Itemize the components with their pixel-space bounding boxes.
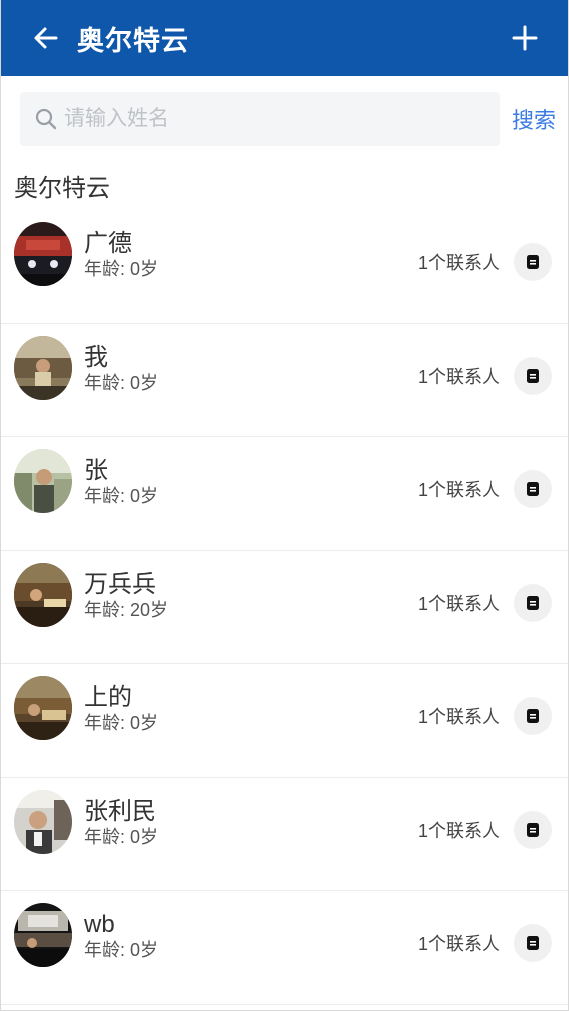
contact-count: 1个联系人 — [417, 593, 500, 614]
card-icon[interactable] — [514, 243, 552, 281]
member-name: 张 — [84, 457, 108, 484]
member-name: 万兵兵 — [84, 570, 156, 598]
member-list: 广德 年龄: 0岁 1个联系人 我 年龄: 0岁 1个联系人 张 年龄: 0岁 … — [1, 210, 568, 1005]
card-icon[interactable] — [514, 924, 552, 962]
member-row[interactable]: 张 年龄: 0岁 1个联系人 — [1, 437, 568, 551]
avatar — [14, 449, 72, 513]
member-age: 年龄: 20岁 — [84, 599, 169, 620]
member-row[interactable]: 上的 年龄: 0岁 1个联系人 — [1, 664, 568, 778]
member-name: 张利民 — [84, 797, 156, 825]
app-root: 奥尔特云 搜索 奥尔特云 — [0, 0, 569, 1011]
member-row[interactable]: 广德 年龄: 0岁 1个联系人 — [1, 210, 568, 324]
top-bar: 奥尔特云 — [1, 0, 568, 76]
contact-count: 1个联系人 — [417, 366, 500, 387]
member-name: 上的 — [84, 684, 132, 711]
member-name: 我 — [84, 343, 108, 371]
avatar — [14, 789, 72, 854]
contact-count: 1个联系人 — [417, 253, 500, 273]
avatar — [14, 676, 72, 740]
member-age: 年龄: 0岁 — [84, 713, 159, 733]
avatar — [14, 562, 72, 627]
member-row[interactable]: 万兵兵 年龄: 20岁 1个联系人 — [1, 551, 568, 664]
member-age: 年龄: 0岁 — [84, 826, 159, 847]
group-title: 奥尔特云 — [14, 175, 110, 202]
member-name: wb — [84, 911, 115, 938]
member-row[interactable]: wb 年龄: 0岁 1个联系人 — [1, 891, 568, 1005]
card-icon[interactable] — [514, 810, 552, 849]
card-icon[interactable] — [514, 697, 552, 735]
search-input[interactable] — [64, 107, 500, 131]
contact-count: 1个联系人 — [417, 820, 500, 841]
add-icon[interactable] — [508, 21, 542, 55]
member-name: 广德 — [84, 230, 132, 257]
back-arrow-icon[interactable] — [29, 21, 63, 55]
member-age: 年龄: 0岁 — [84, 372, 159, 393]
member-row[interactable]: 我 年龄: 0岁 1个联系人 — [1, 324, 568, 437]
contact-count: 1个联系人 — [417, 480, 500, 500]
card-icon[interactable] — [514, 356, 552, 395]
member-row[interactable]: 张利民 年龄: 0岁 1个联系人 — [1, 778, 568, 891]
card-icon[interactable] — [514, 583, 552, 622]
contact-count: 1个联系人 — [417, 934, 500, 954]
search-icon — [34, 107, 58, 131]
member-age: 年龄: 0岁 — [84, 486, 159, 506]
card-icon[interactable] — [514, 470, 552, 508]
member-age: 年龄: 0岁 — [84, 940, 159, 960]
contact-count: 1个联系人 — [417, 707, 500, 727]
search-button[interactable]: 搜索 — [512, 103, 556, 135]
search-row: 搜索 — [1, 76, 568, 146]
page-title: 奥尔特云 — [77, 25, 189, 56]
avatar — [14, 222, 72, 286]
avatar — [14, 335, 72, 400]
avatar — [14, 903, 72, 967]
member-age: 年龄: 0岁 — [84, 259, 159, 279]
search-box — [20, 92, 500, 146]
